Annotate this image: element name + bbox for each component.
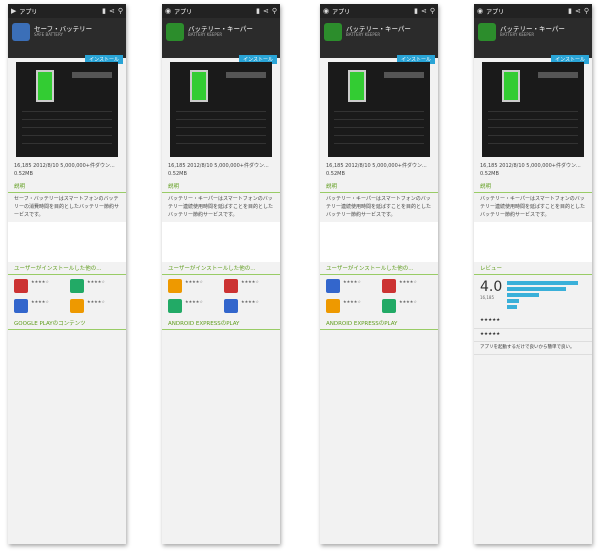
related-app[interactable]: ★★★★☆ [382, 299, 432, 314]
bookmark-icon[interactable]: ▮ [414, 7, 418, 15]
app-header: セーフ・バッテリー SAFE BATTERY [8, 18, 126, 46]
app-header: バッテリー・キーパー BATTERY KEEPER [162, 18, 280, 46]
bookmark-icon[interactable]: ▮ [256, 7, 260, 15]
app-screenshot[interactable] [482, 62, 584, 157]
section-heading: 説明 [320, 180, 438, 193]
search-icon[interactable]: ⚲ [584, 7, 589, 15]
android-icon: ◉ [477, 7, 484, 15]
related-heading: ユーザーがインストールした他の... [8, 262, 126, 276]
store-panel-4: ◉ アプリ ▮ ⋖ ⚲ バッテリー・キーパー BATTERY KEEPER イン… [474, 4, 592, 544]
app-title: バッテリー・キーパー BATTERY KEEPER [346, 25, 411, 38]
store-panel-1: ▶ アプリ ▮ ⋖ ⚲ セーフ・バッテリー SAFE BATTERY インストー… [8, 4, 126, 544]
description: バッテリー・キーパーはスマートフォンのバッテリー連続使用時間を延ばすことを目的と… [326, 196, 432, 218]
app-title: バッテリー・キーパー BATTERY KEEPER [188, 25, 253, 38]
section-heading: 説明 [162, 180, 280, 193]
app-stats: 16,185 2012/8/10 5,000,000+件ダウン... 0.52M… [168, 163, 269, 177]
store-panel-3: ◉ アプリ ▮ ⋖ ⚲ バッテリー・キーパー BATTERY KEEPER イン… [320, 4, 438, 544]
related-heading: ユーザーがインストールした他の... [320, 262, 438, 276]
footer-heading: GOOGLE PLAYのコンテンツ [8, 317, 126, 331]
action-bar: ◉ アプリ ▮ ⋖ ⚲ [320, 4, 438, 18]
app-icon [478, 23, 496, 41]
related-app[interactable]: ★★★★☆ [70, 299, 120, 314]
app-stats: 16,185 2012/8/10 5,000,000+件ダウン... 0.52M… [480, 163, 581, 177]
related-app[interactable]: ★★★★☆ [14, 299, 64, 314]
app-title: セーフ・バッテリー SAFE BATTERY [34, 25, 93, 38]
description: バッテリー・キーパーはスマートフォンのバッテリー連続使用時間を延ばすことを目的と… [480, 196, 586, 218]
action-bar: ◉ アプリ ▮ ⋖ ⚲ [162, 4, 280, 18]
app-icon [12, 23, 30, 41]
related-app[interactable]: ★★★★☆ [168, 279, 218, 294]
related-app[interactable]: ★★★★☆ [70, 279, 120, 294]
share-icon[interactable]: ⋖ [575, 7, 581, 15]
search-icon[interactable]: ⚲ [430, 7, 435, 15]
action-bar: ◉ アプリ ▮ ⋖ ⚲ [474, 4, 592, 18]
description: バッテリー・キーパーはスマートフォンのバッテリー連続使用時間を延ばすことを目的と… [168, 196, 274, 218]
app-stats: 16,185 2012/8/10 5,000,000+件ダウン... 0.52M… [326, 163, 427, 177]
play-store-icon: ▶ [11, 7, 17, 15]
store-panel-2: ◉ アプリ ▮ ⋖ ⚲ バッテリー・キーパー BATTERY KEEPER イン… [162, 4, 280, 544]
related-app[interactable]: ★★★★☆ [382, 279, 432, 294]
footer-heading: ANDROID EXPRESSのPLAY [162, 317, 280, 331]
app-header: バッテリー・キーパー BATTERY KEEPER [320, 18, 438, 46]
description: セーフ・バッテリーはスマートフォンのバッテリーの消費時間を目的としたバッテリー節… [14, 196, 120, 218]
search-icon[interactable]: ⚲ [272, 7, 277, 15]
related-app[interactable]: ★★★★☆ [326, 279, 376, 294]
related-app[interactable]: ★★★★☆ [14, 279, 64, 294]
app-icon [324, 23, 342, 41]
bookmark-icon[interactable]: ▮ [568, 7, 572, 15]
related-app[interactable]: ★★★★☆ [224, 299, 274, 314]
android-icon: ◉ [165, 7, 172, 15]
related-heading: ユーザーがインストールした他の... [162, 262, 280, 276]
related-app[interactable]: ★★★★☆ [224, 279, 274, 294]
bookmark-icon[interactable]: ▮ [102, 7, 106, 15]
footer-heading: ANDROID EXPRESSのPLAY [320, 317, 438, 331]
search-icon[interactable]: ⚲ [118, 7, 123, 15]
app-stats: 16,185 2012/8/10 5,000,000+件ダウン... 0.52M… [14, 163, 115, 177]
review-item[interactable]: ★★★★★ [474, 315, 592, 329]
review-item[interactable]: アプリを起動するだけで良いから簡単で良い。 [474, 342, 592, 356]
related-app[interactable]: ★★★★☆ [326, 299, 376, 314]
review-item[interactable]: ★★★★★ [474, 329, 592, 342]
share-icon[interactable]: ⋖ [421, 7, 427, 15]
app-screenshot[interactable] [170, 62, 272, 157]
section-heading: 説明 [8, 180, 126, 193]
section-heading: 説明 [474, 180, 592, 193]
app-screenshot[interactable] [328, 62, 430, 157]
app-icon [166, 23, 184, 41]
related-app[interactable]: ★★★★☆ [168, 299, 218, 314]
action-bar: ▶ アプリ ▮ ⋖ ⚲ [8, 4, 126, 18]
app-header: バッテリー・キーパー BATTERY KEEPER [474, 18, 592, 46]
rating-summary: 4.0 16,185 [474, 275, 592, 315]
android-icon: ◉ [323, 7, 330, 15]
app-title: バッテリー・キーパー BATTERY KEEPER [500, 25, 565, 38]
reviews-heading: レビュー [474, 262, 592, 276]
share-icon[interactable]: ⋖ [109, 7, 115, 15]
share-icon[interactable]: ⋖ [263, 7, 269, 15]
app-screenshot[interactable] [16, 62, 118, 157]
